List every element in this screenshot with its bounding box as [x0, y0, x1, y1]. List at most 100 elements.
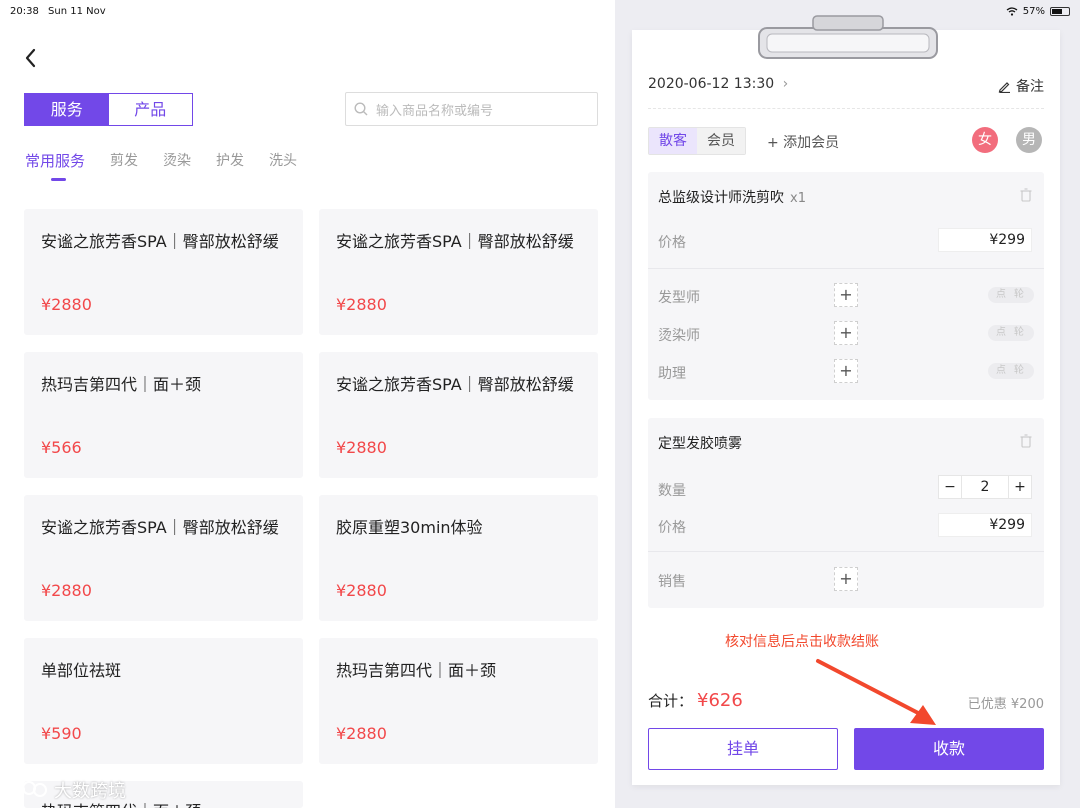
category-tab-haircare[interactable]: 护发: [216, 150, 244, 171]
order-item-service: 总监级设计师洗剪吹 x1 价格 ¥299 发型师 + 点轮 烫染师 + 点轮 助理…: [648, 172, 1044, 400]
status-indicators: 57%: [1006, 6, 1070, 17]
note-label: 备注: [1016, 79, 1044, 95]
service-price: ¥566: [41, 438, 82, 457]
price-input[interactable]: ¥299: [938, 228, 1032, 252]
price-label: 价格: [658, 520, 686, 536]
assistant-label: 助理: [658, 366, 686, 382]
note-button[interactable]: 备注: [998, 76, 1044, 96]
edit-pencil-icon: [998, 81, 1010, 93]
trash-icon[interactable]: [1020, 434, 1032, 448]
customer-type-walkin[interactable]: 散客: [649, 128, 697, 154]
service-title: 胶原重塑30min体验: [336, 518, 483, 537]
category-tab-haircut[interactable]: 剪发: [110, 150, 138, 171]
search-icon: [354, 102, 368, 116]
watermark-text: 大数跨境: [54, 781, 126, 802]
decrement-button[interactable]: −: [938, 475, 962, 499]
service-card[interactable]: 安谧之旅芳香SPA｜臀部放松舒缓 ¥2880: [24, 209, 303, 335]
quantity-value[interactable]: 2: [962, 475, 1008, 499]
order-datetime[interactable]: 2020-06-12 13:30 ›: [648, 76, 788, 92]
service-card[interactable]: 安谧之旅芳香SPA｜臀部放松舒缓 ¥2880: [319, 209, 598, 335]
service-price: ¥590: [41, 724, 82, 743]
divider: [648, 551, 1044, 552]
battery-icon: [1050, 7, 1070, 16]
service-price: ¥2880: [336, 438, 387, 457]
service-title: 热玛吉第四代｜面＋颈: [41, 375, 202, 394]
add-sales-button[interactable]: +: [834, 567, 858, 591]
service-title: 安谧之旅芳香SPA｜臀部放松舒缓: [336, 375, 574, 394]
category-tab-perm-dye[interactable]: 烫染: [163, 150, 191, 171]
service-card[interactable]: 热玛吉第四代｜面＋颈 ¥2880: [319, 638, 598, 764]
category-tab-common[interactable]: 常用服务: [25, 150, 85, 181]
price-label: 价格: [658, 235, 686, 251]
divider: [648, 268, 1044, 269]
product-panel: 20:38 Sun 11 Nov 服务 产品 输入商品名称或编号 常用服务 剪发…: [0, 0, 615, 808]
wifi-icon: [1006, 7, 1018, 16]
order-total: 合计： ¥626: [648, 690, 743, 711]
order-item-title: 定型发胶喷雾: [658, 436, 742, 452]
clipboard-clip-icon: [758, 15, 938, 59]
total-amount: ¥626: [697, 690, 743, 711]
search-input[interactable]: 输入商品名称或编号: [345, 92, 598, 126]
add-member-button[interactable]: + 添加会员: [767, 132, 839, 152]
price-input[interactable]: ¥299: [938, 513, 1032, 537]
status-time: 20:38: [10, 6, 39, 17]
status-date: Sun 11 Nov: [48, 6, 106, 17]
order-item-product: 定型发胶喷雾 数量 − 2 + 价格 ¥299 销售 +: [648, 418, 1044, 608]
rotation-pill[interactable]: 点轮: [988, 325, 1034, 341]
order-item-name: 总监级设计师洗剪吹 x1: [658, 187, 806, 207]
stylist-label: 发型师: [658, 290, 700, 306]
gender-male-button[interactable]: 男: [1016, 127, 1042, 153]
service-title: 安谧之旅芳香SPA｜臀部放松舒缓: [336, 232, 574, 251]
status-time-date: 20:38 Sun 11 Nov: [10, 6, 112, 17]
rotation-pill[interactable]: 点轮: [988, 287, 1034, 303]
service-title: 单部位祛斑: [41, 661, 122, 680]
hold-order-button[interactable]: 挂单: [648, 728, 838, 770]
service-price: ¥2880: [336, 724, 387, 743]
checkout-button[interactable]: 收款: [854, 728, 1044, 770]
add-stylist-button[interactable]: +: [834, 283, 858, 307]
category-tab-wash[interactable]: 洗头: [269, 150, 297, 171]
back-icon[interactable]: [22, 46, 40, 70]
chevron-right-icon: ›: [782, 76, 789, 92]
gender-female-button[interactable]: 女: [972, 127, 998, 153]
service-product-toggle: 服务 产品: [24, 93, 193, 126]
service-card[interactable]: 单部位祛斑 ¥590: [24, 638, 303, 764]
service-price: ¥2880: [41, 581, 92, 600]
service-card[interactable]: 胶原重塑30min体验 ¥2880: [319, 495, 598, 621]
sales-label: 销售: [658, 574, 686, 590]
order-item-title: 总监级设计师洗剪吹: [658, 190, 784, 206]
discount-text: 已优惠 ¥200: [967, 697, 1044, 712]
annotation-hint: 核对信息后点击收款结账: [725, 634, 879, 650]
service-title: 热玛吉第四代｜面＋颈: [336, 661, 497, 680]
order-item-qty: x1: [790, 191, 806, 206]
service-card[interactable]: 安谧之旅芳香SPA｜臀部放松舒缓 ¥2880: [319, 352, 598, 478]
divider: [648, 108, 1044, 109]
category-tabs: 常用服务 剪发 烫染 护发 洗头: [25, 150, 297, 181]
trash-icon[interactable]: [1020, 188, 1032, 202]
watermark: 大数跨境: [8, 777, 126, 803]
add-colorist-button[interactable]: +: [834, 321, 858, 345]
rotation-pill[interactable]: 点轮: [988, 363, 1034, 379]
tab-product[interactable]: 产品: [109, 94, 193, 125]
service-price: ¥2880: [336, 581, 387, 600]
service-card[interactable]: 安谧之旅芳香SPA｜臀部放松舒缓 ¥2880: [24, 495, 303, 621]
search-placeholder: 输入商品名称或编号: [376, 103, 494, 119]
service-title: 安谧之旅芳香SPA｜臀部放松舒缓: [41, 232, 279, 251]
quantity-label: 数量: [658, 483, 686, 499]
add-assistant-button[interactable]: +: [834, 359, 858, 383]
service-price: ¥2880: [41, 295, 92, 314]
order-datetime-text: 2020-06-12 13:30: [648, 76, 775, 92]
battery-percent: 57%: [1022, 6, 1045, 17]
service-price: ¥2880: [336, 295, 387, 314]
customer-type-toggle: 散客 会员: [648, 127, 746, 155]
colorist-label: 烫染师: [658, 328, 700, 344]
service-title: 安谧之旅芳香SPA｜臀部放松舒缓: [41, 518, 279, 537]
total-label: 合计：: [648, 692, 694, 710]
annotation-arrow-icon: [816, 659, 936, 725]
watermark-logo-icon: [9, 781, 47, 798]
increment-button[interactable]: +: [1008, 475, 1032, 499]
tab-service[interactable]: 服务: [25, 94, 109, 125]
customer-type-member[interactable]: 会员: [697, 128, 745, 154]
quantity-stepper: − 2 +: [938, 475, 1032, 499]
service-card[interactable]: 热玛吉第四代｜面＋颈 ¥566: [24, 352, 303, 478]
